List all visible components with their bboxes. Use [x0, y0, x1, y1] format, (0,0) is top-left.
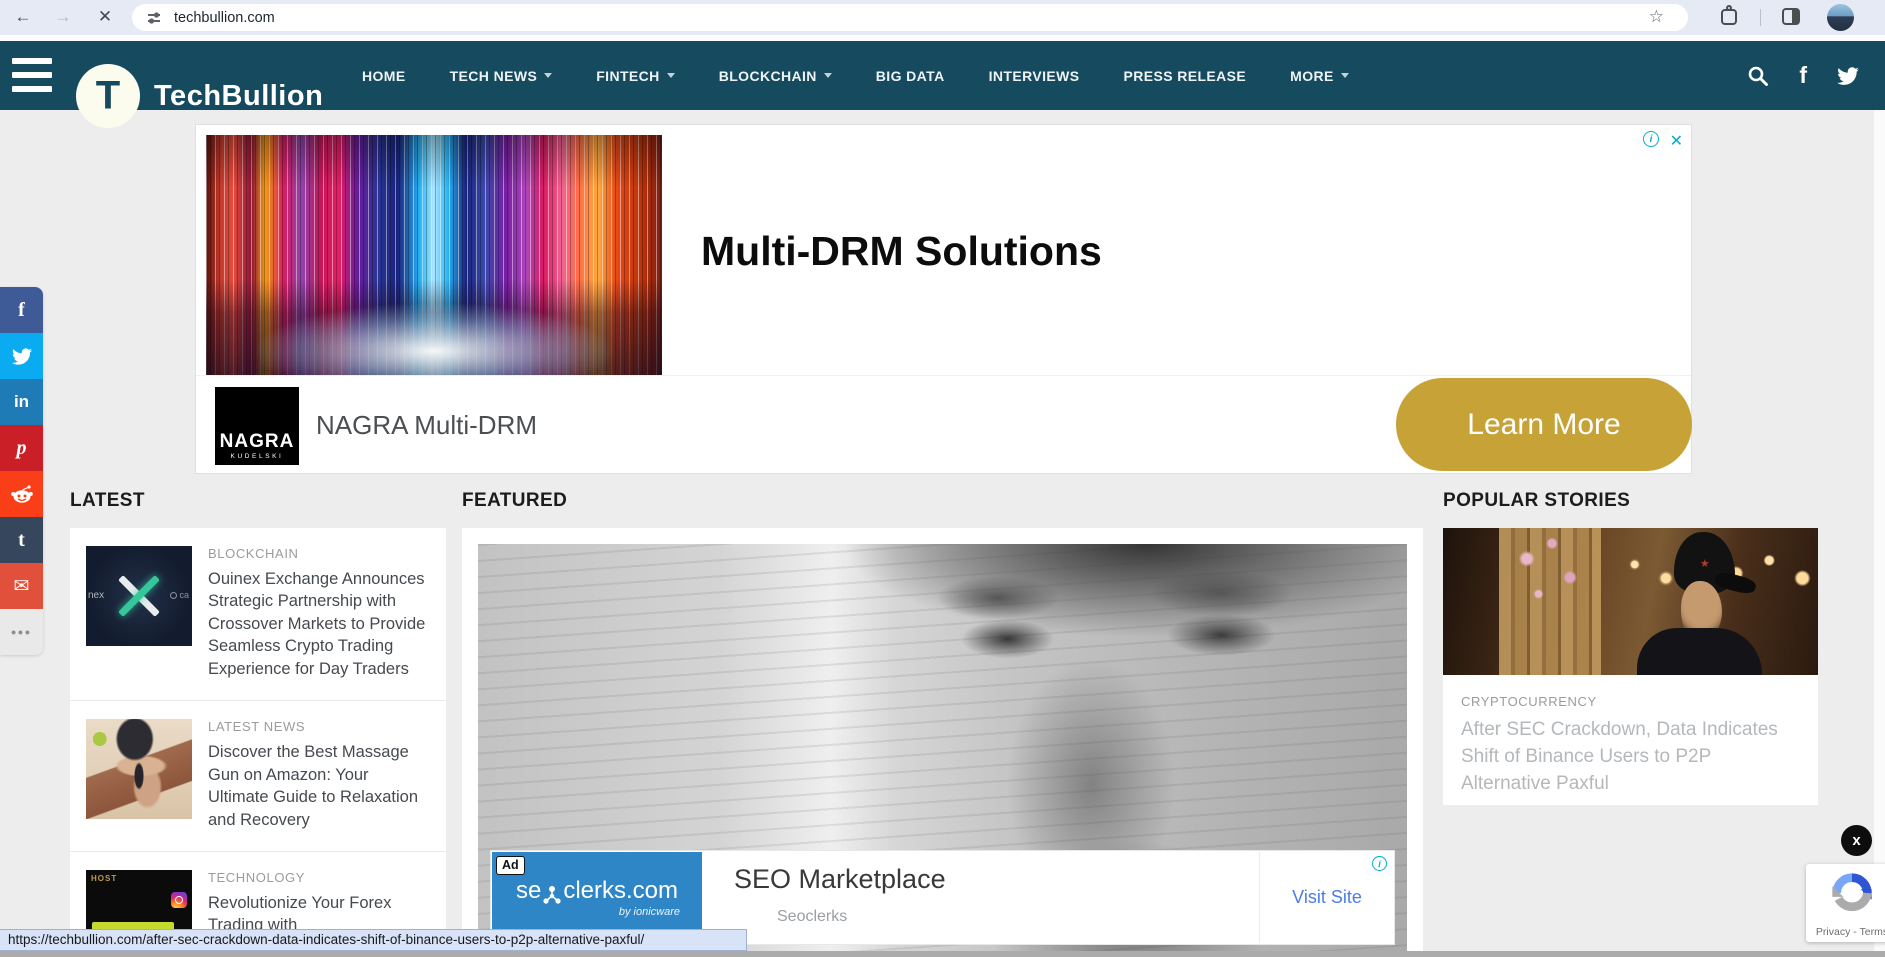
cap-star-icon: ★: [1699, 557, 1710, 570]
back-button[interactable]: ←: [10, 4, 36, 30]
list-item: LATEST NEWS Discover the Best Massage Gu…: [70, 700, 446, 851]
brand-name: TechBullion: [154, 79, 324, 112]
search-icon[interactable]: [1747, 65, 1769, 87]
chevron-down-icon: [823, 73, 832, 78]
share-reddit-icon[interactable]: [0, 471, 43, 517]
popular-article-image[interactable]: ★ FU: [1443, 528, 1818, 675]
site-navbar: T TechBullion HOME TECH NEWS FINTECH BLO…: [0, 41, 1885, 128]
logo-circle: T: [76, 64, 140, 128]
logo-letter: T: [95, 73, 121, 118]
chevron-down-icon: [544, 73, 553, 78]
nav-menu: HOME TECH NEWS FINTECH BLOCKCHAIN BIG DA…: [362, 41, 1349, 110]
ad-banner[interactable]: Multi-DRM Solutions i ✕ NAGRA KUDELSKI N…: [195, 124, 1692, 474]
adchoices-info-icon[interactable]: i: [1372, 856, 1387, 871]
share-tumblr-icon[interactable]: t: [0, 517, 43, 563]
article-title-link[interactable]: Ouinex Exchange Announces Strategic Part…: [208, 568, 430, 680]
learn-more-button[interactable]: Learn More: [1396, 378, 1692, 471]
hamburger-menu-icon[interactable]: [12, 58, 52, 92]
extensions-icon[interactable]: [1721, 5, 1737, 25]
toolbar-separator: [1760, 9, 1761, 26]
nav-item-blockchain[interactable]: BLOCKCHAIN: [719, 68, 832, 84]
ad-chip: Ad: [496, 856, 525, 875]
share-email-icon[interactable]: ✉: [0, 563, 43, 609]
seo-ad-subtitle: Seoclerks: [777, 908, 848, 925]
nav-item-big-data[interactable]: BIG DATA: [876, 68, 945, 84]
widget-close-button[interactable]: x: [1841, 825, 1872, 856]
recaptcha-badge: Privacy - Terms: [1806, 864, 1885, 942]
nav-item-home[interactable]: HOME: [362, 68, 406, 84]
article-category[interactable]: TECHNOLOGY: [208, 870, 430, 885]
article-thumbnail[interactable]: nex ca: [86, 546, 192, 646]
status-bar-url: https://techbullion.com/after-sec-crackd…: [0, 929, 747, 951]
address-bar[interactable]: techbullion.com ☆: [132, 4, 1688, 31]
page-scrollbar[interactable]: [1874, 110, 1885, 951]
ad-creative-image[interactable]: [206, 135, 662, 375]
toolbar-gap: [0, 35, 1885, 41]
site-info-icon[interactable]: [146, 10, 162, 26]
chevron-down-icon: [666, 73, 675, 78]
recaptcha-icon: [1832, 873, 1872, 912]
ad-title: Multi-DRM Solutions: [701, 228, 1102, 274]
ad-close-icon[interactable]: ✕: [1670, 131, 1683, 151]
share-facebook-icon[interactable]: f: [0, 287, 43, 333]
latest-heading: LATEST: [70, 490, 145, 511]
twitter-icon[interactable]: [1837, 66, 1859, 85]
profile-avatar[interactable]: [1827, 4, 1854, 31]
nav-item-more[interactable]: MORE: [1290, 68, 1349, 84]
instagram-icon: [171, 891, 187, 908]
share-twitter-icon[interactable]: [0, 333, 43, 379]
article-title-link[interactable]: Discover the Best Massage Gun on Amazon:…: [208, 741, 430, 831]
share-more-icon[interactable]: •••: [0, 609, 43, 655]
stop-button[interactable]: ✕: [92, 4, 118, 30]
popular-card: ★ FU CRYPTOCURRENCY After SEC Crackdown,…: [1443, 528, 1818, 805]
latest-card: nex ca BLOCKCHAIN Ouinex Exchange Announ…: [70, 528, 446, 957]
nav-item-press-release[interactable]: PRESS RELEASE: [1123, 68, 1246, 84]
nav-item-tech-news[interactable]: TECH NEWS: [450, 68, 553, 84]
nagra-logo: NAGRA KUDELSKI: [215, 387, 299, 465]
adchoices-info-icon[interactable]: i: [1643, 131, 1659, 147]
featured-heading: FEATURED: [462, 490, 568, 511]
site-logo[interactable]: T TechBullion: [76, 64, 323, 128]
recaptcha-privacy-terms[interactable]: Privacy - Terms: [1816, 926, 1885, 938]
article-category[interactable]: BLOCKCHAIN: [208, 546, 430, 561]
social-share-bar: f in p t ✉ •••: [0, 287, 43, 655]
article-category[interactable]: LATEST NEWS: [208, 719, 430, 734]
forward-button[interactable]: →: [50, 4, 76, 30]
nav-item-interviews[interactable]: INTERVIEWS: [989, 68, 1080, 84]
article-title-link[interactable]: After SEC Crackdown, Data Indicates Shif…: [1461, 717, 1800, 798]
advertiser-name: NAGRA Multi-DRM: [316, 410, 538, 440]
nav-item-fintech[interactable]: FINTECH: [596, 68, 675, 84]
bookmark-star-icon[interactable]: ☆: [1649, 7, 1664, 27]
bottom-strip: [0, 951, 1885, 957]
ad-advertiser-row: NAGRA KUDELSKI NAGRA Multi-DRM Learn Mor…: [196, 375, 1692, 474]
article-category[interactable]: CRYPTOCURRENCY: [1461, 694, 1800, 709]
chevron-down-icon: [1340, 73, 1349, 78]
article-thumbnail[interactable]: [86, 719, 192, 820]
browser-toolbar: ← → ✕ techbullion.com ☆: [0, 0, 1885, 35]
side-panel-icon[interactable]: [1782, 8, 1800, 25]
share-linkedin-icon[interactable]: in: [0, 379, 43, 425]
popular-heading: POPULAR STORIES: [1443, 490, 1631, 511]
url-text: techbullion.com: [174, 9, 275, 26]
list-item: nex ca BLOCKCHAIN Ouinex Exchange Announ…: [70, 528, 446, 700]
facebook-icon[interactable]: f: [1799, 62, 1807, 89]
logo-dot-icon: [170, 591, 178, 599]
molecule-icon: [543, 886, 561, 904]
seo-ad-title[interactable]: SEO Marketplace: [734, 864, 946, 895]
share-pinterest-icon[interactable]: p: [0, 425, 43, 471]
